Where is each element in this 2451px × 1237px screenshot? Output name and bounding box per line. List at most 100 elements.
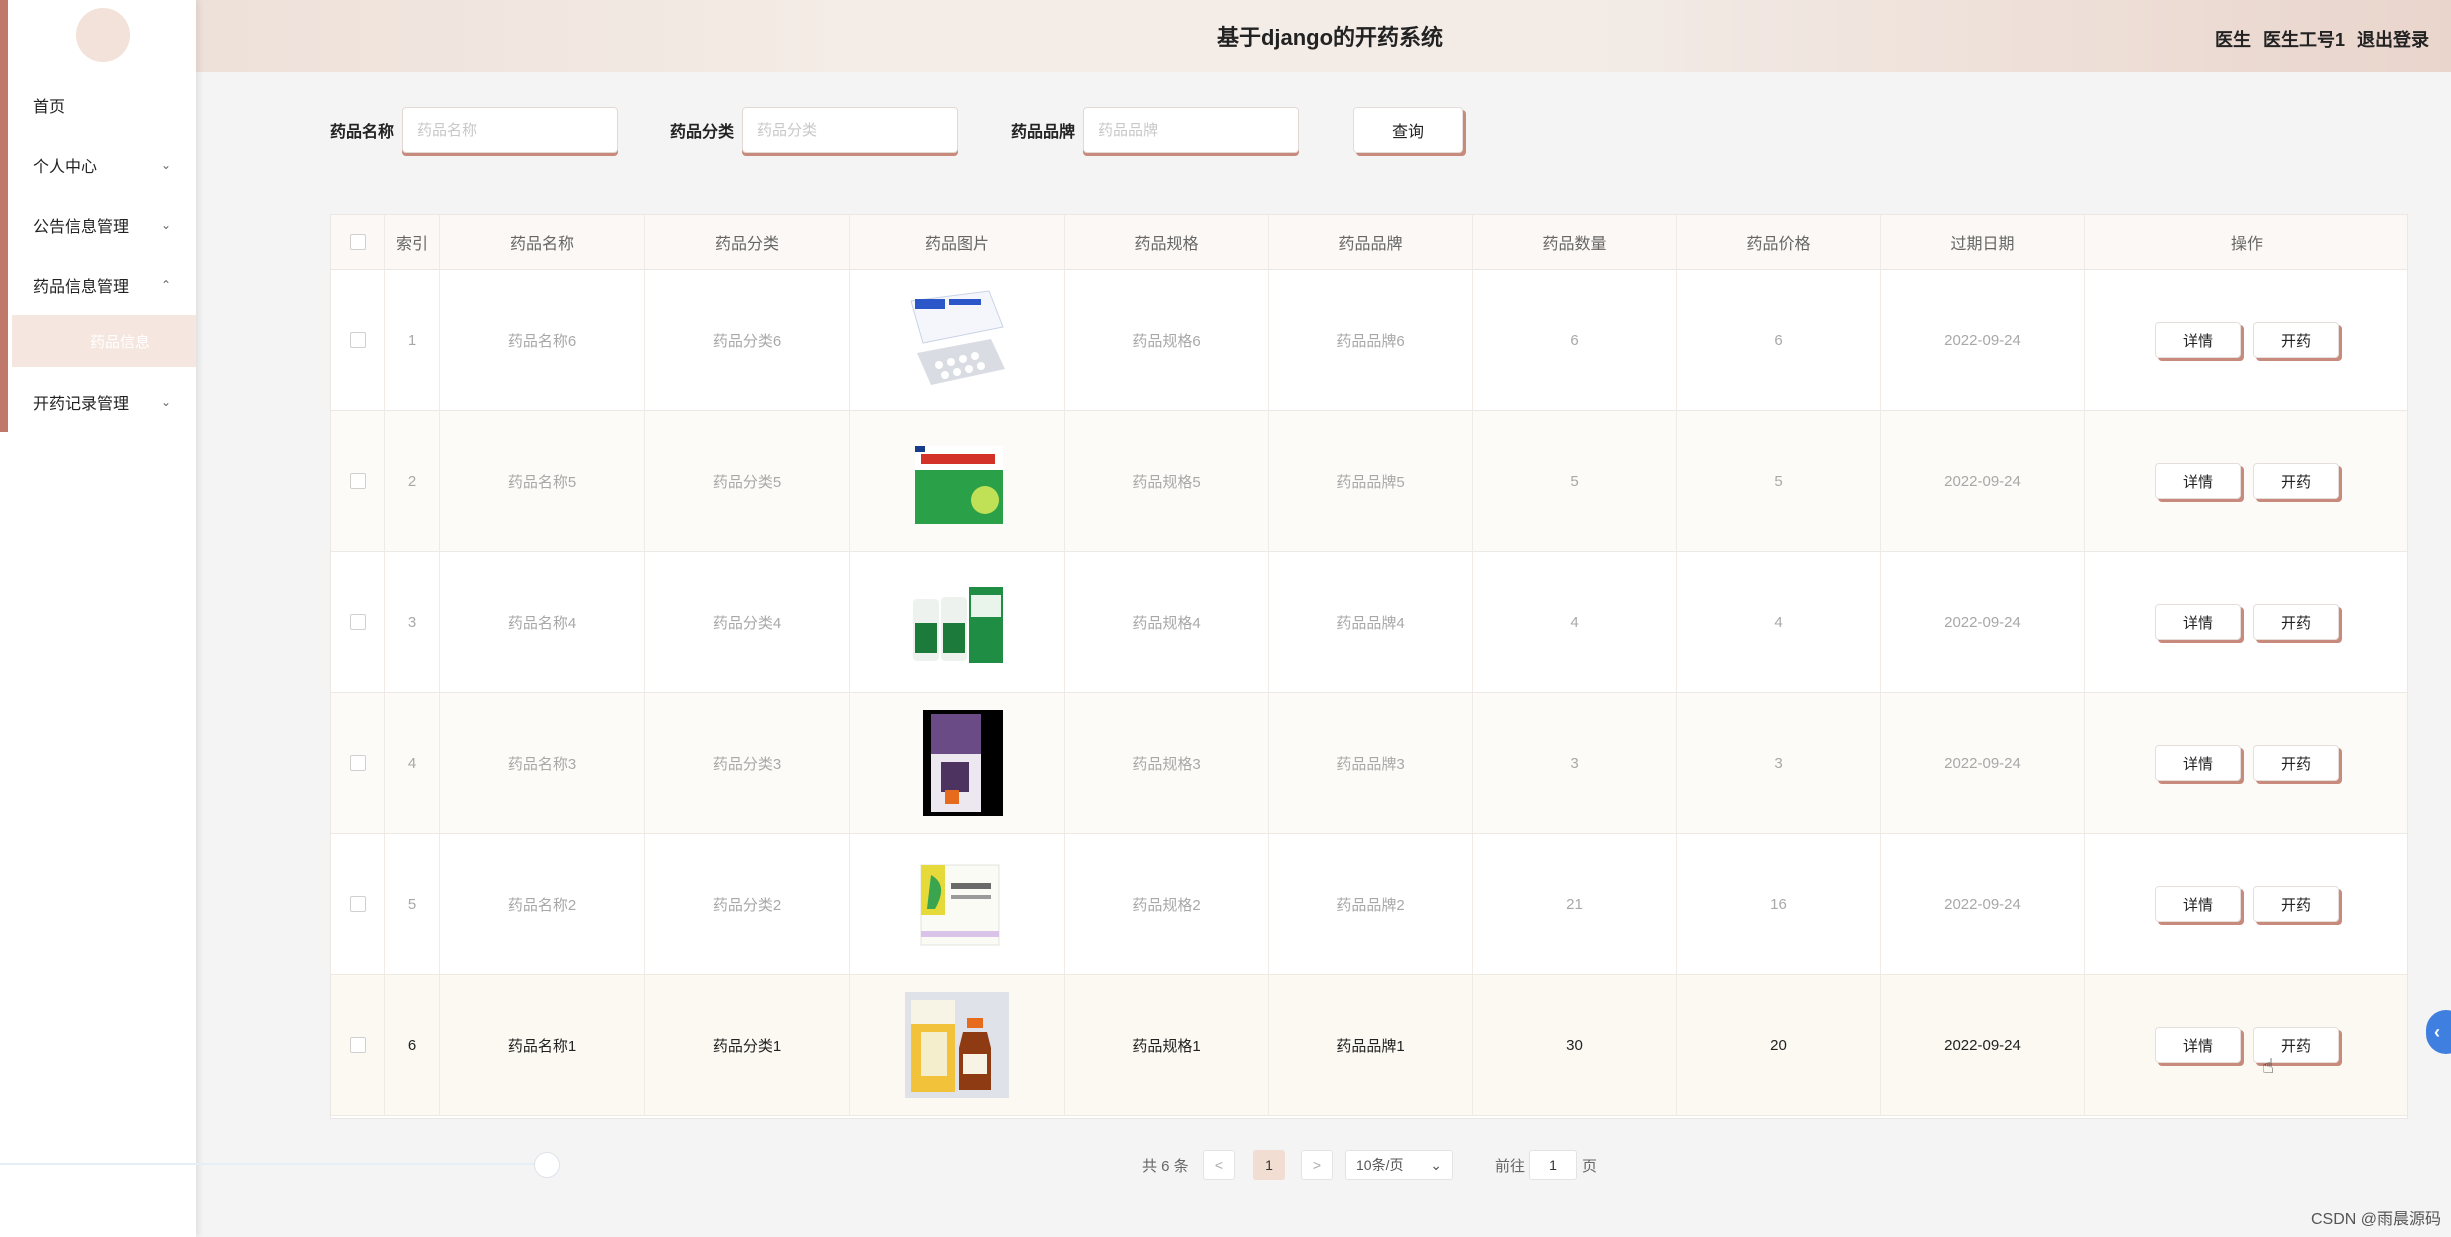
medicine-box-blister-icon bbox=[905, 287, 1009, 393]
sidebar-subitem-medicine-info[interactable]: 药品信息 bbox=[12, 315, 196, 367]
cell-spec: 药品规格4 bbox=[1065, 552, 1269, 692]
medicine-category-input[interactable] bbox=[742, 107, 958, 153]
cell-category: 药品分类3 bbox=[645, 693, 850, 833]
detail-button[interactable]: 详情 bbox=[2155, 745, 2241, 781]
chevron-up-icon: ⌃ bbox=[160, 278, 171, 292]
row-checkbox[interactable] bbox=[349, 896, 366, 912]
sidebar-item-medicine-management[interactable]: 药品信息管理 ⌃ bbox=[0, 265, 196, 305]
prescribe-button[interactable]: 开药 bbox=[2253, 463, 2339, 499]
cell-brand: 药品品牌6 bbox=[1269, 270, 1473, 410]
detail-button[interactable]: 详情 bbox=[2155, 322, 2241, 358]
medicine-table: 索引 药品名称 药品分类 药品图片 药品规格 药品品牌 药品数量 药品价格 过期… bbox=[330, 214, 2408, 1119]
row-checkbox[interactable] bbox=[349, 473, 366, 489]
table-row[interactable]: 3 药品名称4 药品分类4 药品规格4 药品品牌4 4 4 2022-09-24 详情 开药 bbox=[331, 552, 2407, 693]
table-header-row: 索引 药品名称 药品分类 药品图片 药品规格 药品品牌 药品数量 药品价格 过期… bbox=[331, 215, 2407, 270]
prescribe-button[interactable]: 开药 bbox=[2253, 745, 2339, 781]
cell-brand: 药品品牌3 bbox=[1269, 693, 1473, 833]
detail-button[interactable]: 详情 bbox=[2155, 604, 2241, 640]
sidebar-item-notice-management[interactable]: 公告信息管理 ⌄ bbox=[0, 205, 196, 245]
cell-qty: 4 bbox=[1473, 552, 1677, 692]
cell-name: 药品名称2 bbox=[440, 834, 645, 974]
prev-page-button[interactable]: < bbox=[1203, 1150, 1235, 1180]
sidebar-item-prescription-records[interactable]: 开药记录管理 ⌄ bbox=[0, 382, 196, 422]
detail-button[interactable]: 详情 bbox=[2155, 463, 2241, 499]
collapse-panel-handle[interactable]: ‹ bbox=[2426, 1010, 2451, 1054]
cell-index: 3 bbox=[385, 552, 440, 692]
row-actions: 详情 开药 bbox=[2085, 552, 2409, 692]
app-title: 基于django的开药系统 bbox=[1216, 25, 1444, 50]
table-row[interactable]: 5 药品名称2 药品分类2 药品规格2 药品品牌2 21 16 2022-09-24 详情 开药 bbox=[331, 834, 2407, 975]
next-page-button[interactable]: > bbox=[1301, 1150, 1333, 1180]
scrollbar-knob[interactable] bbox=[534, 1152, 560, 1178]
cell-name: 药品名称4 bbox=[440, 552, 645, 692]
cell-category: 药品分类5 bbox=[645, 411, 850, 551]
sidebar-item-label: 开药记录管理 bbox=[33, 396, 130, 413]
medicine-image-cell bbox=[850, 975, 1065, 1115]
medicine-name-input[interactable] bbox=[402, 107, 618, 153]
cell-qty: 3 bbox=[1473, 693, 1677, 833]
prescribe-button[interactable]: 开药 bbox=[2253, 604, 2339, 640]
table-row[interactable]: 2 药品名称5 药品分类5 药品规格5 药品品牌5 5 5 2022-09-24 详情 开药 bbox=[331, 411, 2407, 552]
query-button[interactable]: 查询 bbox=[1353, 107, 1463, 153]
cell-expiry: 2022-09-24 bbox=[1881, 411, 2085, 551]
cell-expiry: 2022-09-24 bbox=[1881, 975, 2085, 1115]
goto-page-input[interactable]: 1 bbox=[1529, 1150, 1577, 1180]
sidebar-item-label: 药品信息管理 bbox=[33, 279, 130, 296]
cell-price: 4 bbox=[1677, 552, 1881, 692]
cell-category: 药品分类6 bbox=[645, 270, 850, 410]
cell-index: 2 bbox=[385, 411, 440, 551]
column-header: 药品规格 bbox=[1065, 215, 1269, 269]
medicine-brand-input[interactable] bbox=[1083, 107, 1299, 153]
medicine-image-cell bbox=[850, 411, 1065, 551]
medicine-image-cell bbox=[850, 270, 1065, 410]
column-header: 药品图片 bbox=[850, 215, 1065, 269]
sidebar-item-home[interactable]: 首页 bbox=[0, 85, 196, 125]
search-category-label: 药品分类 bbox=[670, 124, 735, 141]
row-select-cell bbox=[331, 552, 385, 692]
cell-category: 药品分类2 bbox=[645, 834, 850, 974]
cell-price: 6 bbox=[1677, 270, 1881, 410]
cell-brand: 药品品牌4 bbox=[1269, 552, 1473, 692]
cell-spec: 药品规格2 bbox=[1065, 834, 1269, 974]
detail-button[interactable]: 详情 bbox=[2155, 1027, 2241, 1063]
search-brand-label: 药品品牌 bbox=[1011, 124, 1076, 141]
table-row[interactable]: 4 药品名称3 药品分类3 药品规格3 药品品牌3 3 3 2022-09-24 详情 开药 bbox=[331, 693, 2407, 834]
page-1-button[interactable]: 1 bbox=[1253, 1150, 1285, 1180]
cell-expiry: 2022-09-24 bbox=[1881, 693, 2085, 833]
cell-price: 16 bbox=[1677, 834, 1881, 974]
row-checkbox[interactable] bbox=[349, 1037, 366, 1053]
row-checkbox[interactable] bbox=[349, 332, 366, 348]
sidebar-item-personal-center[interactable]: 个人中心 ⌄ bbox=[0, 145, 196, 185]
table-row[interactable]: 6 药品名称1 药品分类1 药品规格1 药品品牌1 30 20 2022-09-24 详情 开药 bbox=[331, 975, 2407, 1116]
row-checkbox[interactable] bbox=[349, 755, 366, 771]
cell-name: 药品名称1 bbox=[440, 975, 645, 1115]
user-area: 医生 医生工号1 退出登录 bbox=[2215, 26, 2429, 52]
prescribe-button[interactable]: 开药 bbox=[2253, 886, 2339, 922]
select-all-checkbox[interactable] bbox=[349, 234, 366, 250]
cell-qty: 5 bbox=[1473, 411, 1677, 551]
logout-link[interactable]: 退出登录 bbox=[2357, 26, 2429, 52]
medicine-image-cell bbox=[850, 552, 1065, 692]
chevron-down-icon: ⌄ bbox=[160, 218, 171, 232]
column-header: 药品价格 bbox=[1677, 215, 1881, 269]
page-size-select[interactable]: 10条/页 ⌄ bbox=[1345, 1150, 1453, 1180]
avatar[interactable] bbox=[76, 8, 130, 62]
cell-name: 药品名称6 bbox=[440, 270, 645, 410]
column-header: 药品品牌 bbox=[1269, 215, 1473, 269]
column-header: 过期日期 bbox=[1881, 215, 2085, 269]
cell-brand: 药品品牌5 bbox=[1269, 411, 1473, 551]
row-select-cell bbox=[331, 270, 385, 410]
syrup-bottle-box-icon bbox=[905, 992, 1009, 1098]
table-row[interactable]: 1 药品名称6 药品分类6 药品规格6 药品品牌6 6 6 2022-09-24 详情 开药 bbox=[331, 270, 2407, 411]
prescribe-button[interactable]: 开药 bbox=[2253, 322, 2339, 358]
column-header: 药品名称 bbox=[440, 215, 645, 269]
cell-spec: 药品规格6 bbox=[1065, 270, 1269, 410]
row-checkbox[interactable] bbox=[349, 614, 366, 630]
sidebar-item-label: 个人中心 bbox=[33, 159, 98, 176]
chevron-down-icon: ⌄ bbox=[160, 158, 171, 172]
cell-category: 药品分类1 bbox=[645, 975, 850, 1115]
detail-button[interactable]: 详情 bbox=[2155, 886, 2241, 922]
row-select-cell bbox=[331, 975, 385, 1115]
row-actions: 详情 开药 bbox=[2085, 975, 2409, 1115]
column-header: 药品数量 bbox=[1473, 215, 1677, 269]
